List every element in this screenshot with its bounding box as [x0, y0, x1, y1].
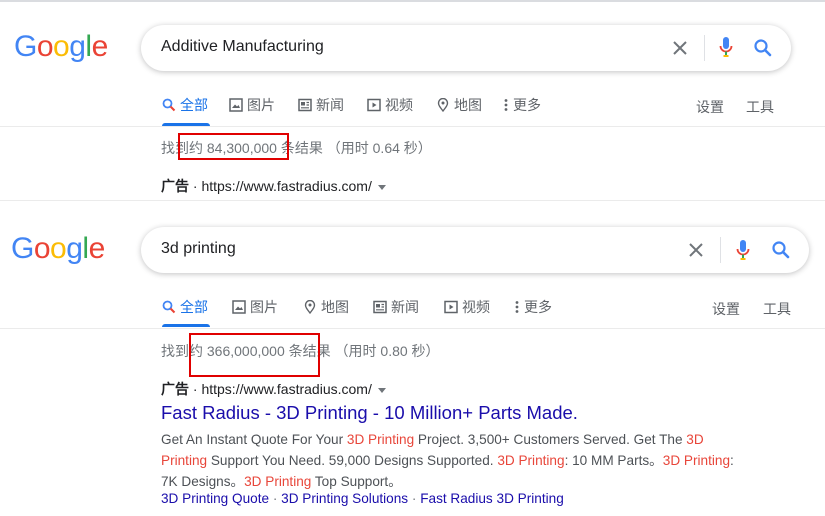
ad-sitelinks: 3D Printing Quote · 3D Printing Solution…: [161, 491, 564, 506]
tab-more[interactable]: 更多: [503, 85, 541, 125]
ad-url[interactable]: https://www.fastradius.com/: [201, 178, 371, 194]
search-divider: [720, 237, 721, 263]
ad-header: 广告 · https://www.fastradius.com/: [161, 379, 386, 399]
tab-label: 更多: [524, 299, 552, 315]
ad-badge: 广告: [161, 381, 189, 397]
tab-label: 新闻: [316, 97, 344, 113]
search-icon[interactable]: [753, 38, 773, 58]
search-tabs: 全部 图片 地图 新闻 视频 更多 设置 工具: [0, 287, 825, 331]
description-text: Get An Instant Quote For Your: [161, 432, 347, 447]
tab-more[interactable]: 更多: [514, 287, 552, 327]
tab-label: 全部: [180, 299, 208, 315]
ad-badge: 广告: [161, 178, 189, 194]
search-icon: [162, 300, 176, 314]
search-divider: [704, 35, 705, 61]
search-box[interactable]: Additive Manufacturing: [141, 25, 791, 71]
logo-letter: e: [91, 30, 109, 63]
logo-letter: o: [50, 232, 67, 265]
tabs-divider: [0, 328, 825, 329]
chevron-down-icon[interactable]: [377, 184, 386, 190]
sitelink[interactable]: 3D Printing Quote: [161, 491, 269, 506]
sitelink[interactable]: 3D Printing Solutions: [281, 491, 408, 506]
tab-news[interactable]: 新闻: [373, 287, 419, 327]
more-vert-icon: [504, 99, 508, 111]
description-text: Top Support。: [311, 474, 402, 489]
tab-images[interactable]: 图片: [232, 287, 278, 327]
settings-link[interactable]: 设置: [696, 97, 724, 117]
logo-letter: g: [66, 232, 83, 265]
logo-letter: G: [11, 232, 34, 265]
tab-maps[interactable]: 地图: [303, 287, 349, 327]
annotation-box: [178, 133, 289, 160]
tab-images[interactable]: 图片: [229, 85, 275, 125]
annotation-box: [189, 333, 320, 377]
tab-label: 新闻: [391, 299, 419, 315]
keyword-highlight: 3D Printing: [244, 474, 312, 489]
panel-separator: [0, 200, 825, 201]
tab-all[interactable]: 全部: [162, 287, 208, 327]
news-icon: [373, 300, 387, 314]
tab-news[interactable]: 新闻: [298, 85, 344, 125]
logo-letter: o: [53, 30, 70, 63]
google-logo[interactable]: Google: [11, 232, 105, 266]
description-text: : 10 MM Parts。: [564, 453, 663, 468]
tab-label: 视频: [462, 299, 490, 315]
ad-header: 广告 · https://www.fastradius.com/: [161, 176, 386, 196]
clear-icon[interactable]: [688, 242, 704, 258]
keyword-highlight: 3D Printing: [497, 453, 565, 468]
search-icon: [162, 98, 176, 112]
ad-url[interactable]: https://www.fastradius.com/: [201, 381, 371, 397]
stats-suffix: 条结果 （用时 0.64 秒）: [276, 140, 432, 156]
active-tab-indicator: [162, 324, 210, 327]
tab-label: 视频: [385, 97, 413, 113]
more-vert-icon: [515, 301, 519, 313]
tab-maps[interactable]: 地图: [436, 85, 482, 125]
image-icon: [232, 300, 246, 314]
ad-description: Get An Instant Quote For Your 3D Printin…: [161, 429, 741, 492]
tab-all[interactable]: 全部: [162, 85, 208, 125]
video-icon: [444, 300, 458, 314]
search-input[interactable]: Additive Manufacturing: [161, 38, 324, 56]
news-icon: [298, 98, 312, 112]
search-box[interactable]: 3d printing: [141, 227, 809, 273]
logo-letter: g: [69, 30, 86, 63]
keyword-highlight: 3D Printing: [346, 432, 415, 447]
tab-videos[interactable]: 视频: [367, 85, 413, 125]
search-panel-1: Google Additive Manufacturing 全部 图片 新闻 视…: [0, 0, 825, 205]
ad-title-link[interactable]: Fast Radius - 3D Printing - 10 Million+ …: [161, 402, 578, 424]
sitelink-separator: ·: [408, 491, 421, 506]
tools-link[interactable]: 工具: [746, 97, 774, 117]
search-icon[interactable]: [771, 240, 791, 260]
tab-label: 地图: [321, 299, 349, 315]
search-input[interactable]: 3d printing: [161, 240, 236, 258]
logo-letter: e: [88, 232, 106, 265]
logo-letter: o: [33, 232, 51, 265]
tab-label: 地图: [454, 97, 482, 113]
map-pin-icon: [437, 98, 449, 112]
google-logo[interactable]: Google: [14, 30, 108, 64]
tab-label: 图片: [247, 97, 275, 113]
sitelink[interactable]: Fast Radius 3D Printing: [420, 491, 564, 506]
keyword-highlight: 3D Printing: [662, 453, 731, 468]
tab-videos[interactable]: 视频: [444, 287, 490, 327]
map-pin-icon: [304, 300, 316, 314]
mic-icon[interactable]: [736, 239, 750, 261]
tools-link[interactable]: 工具: [763, 299, 791, 319]
logo-letter: G: [14, 30, 37, 63]
description-text: Project. 3,500+ Customers Served. Get Th…: [414, 432, 687, 447]
chevron-down-icon[interactable]: [377, 387, 386, 393]
tab-label: 图片: [250, 299, 278, 315]
tab-label: 更多: [513, 97, 541, 113]
video-icon: [367, 98, 381, 112]
tabs-divider: [0, 126, 825, 127]
settings-link[interactable]: 设置: [712, 299, 740, 319]
tab-label: 全部: [180, 97, 208, 113]
clear-icon[interactable]: [672, 40, 688, 56]
search-tabs: 全部 图片 新闻 视频 地图 更多 设置 工具: [0, 85, 825, 129]
mic-icon[interactable]: [719, 36, 733, 58]
logo-letter: o: [36, 30, 54, 63]
image-icon: [229, 98, 243, 112]
sitelink-separator: ·: [269, 491, 282, 506]
description-text: Support You Need. 59,000 Designs Support…: [207, 453, 498, 468]
